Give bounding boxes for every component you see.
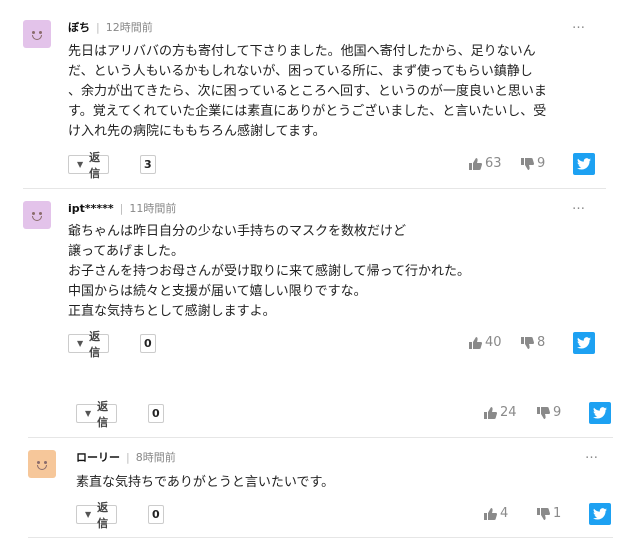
divider bbox=[28, 537, 613, 538]
dislike-button[interactable]: 1 bbox=[537, 506, 561, 521]
thumbs-down-icon bbox=[537, 507, 550, 520]
smiley-avatar-icon[interactable] bbox=[23, 20, 51, 48]
divider bbox=[28, 437, 613, 438]
reply-button[interactable]: ▼ 返信 bbox=[76, 400, 118, 429]
smiley-avatar-icon[interactable] bbox=[23, 201, 51, 229]
like-button[interactable]: 63 bbox=[469, 156, 502, 171]
twitter-share-button[interactable] bbox=[589, 402, 611, 424]
timestamp: 12時間前 bbox=[105, 21, 153, 34]
divider bbox=[23, 188, 606, 189]
comment-text: 爺ちゃんは昨日自分の少ない手持ちのマスクを数枚だけど 譲ってあげました。 お子さ… bbox=[68, 224, 470, 319]
thumbs-up-icon bbox=[469, 157, 482, 170]
reply-button[interactable]: ▼ 返信 bbox=[76, 501, 118, 530]
smiley-avatar-icon[interactable] bbox=[28, 450, 56, 478]
username[interactable]: ぼち bbox=[68, 21, 90, 34]
comment-header: ぼち | 12時間前 bbox=[68, 21, 153, 34]
thumbs-up-icon bbox=[484, 406, 497, 419]
twitter-share-button[interactable] bbox=[589, 503, 611, 525]
reply-count: 3 bbox=[140, 155, 156, 174]
more-menu-icon[interactable]: … bbox=[572, 17, 586, 32]
caret-down-icon: ▼ bbox=[85, 409, 92, 418]
thumbs-down-icon bbox=[537, 406, 550, 419]
more-menu-icon[interactable]: … bbox=[572, 198, 586, 213]
comment-header: ローリー | 8時間前 bbox=[76, 451, 176, 464]
thumbs-up-icon bbox=[484, 507, 497, 520]
thumbs-down-icon bbox=[521, 157, 534, 170]
thumbs-down-icon bbox=[521, 336, 534, 349]
comment-text: 素直な気持ちでありがとうと言いたいです。 bbox=[76, 475, 335, 490]
twitter-icon bbox=[577, 158, 591, 170]
thumbs-up-icon bbox=[469, 336, 482, 349]
twitter-icon bbox=[577, 337, 591, 349]
username[interactable]: ipt***** bbox=[68, 202, 114, 215]
reply-button[interactable]: ▼ 返信 bbox=[68, 330, 110, 359]
like-button[interactable]: 40 bbox=[469, 335, 502, 350]
dislike-button[interactable]: 9 bbox=[521, 156, 545, 171]
timestamp: 11時間前 bbox=[129, 202, 177, 215]
comment-header: ipt***** | 11時間前 bbox=[68, 202, 177, 215]
caret-down-icon: ▼ bbox=[77, 160, 84, 169]
twitter-icon bbox=[593, 508, 607, 520]
dislike-button[interactable]: 9 bbox=[537, 405, 561, 420]
like-button[interactable]: 4 bbox=[484, 506, 508, 521]
twitter-share-button[interactable] bbox=[573, 153, 595, 175]
comment-text: 先日はアリババの方も寄付して下さりました。他国へ寄付したから、足りないん だ、と… bbox=[68, 44, 547, 139]
reply-count: 0 bbox=[148, 404, 164, 423]
caret-down-icon: ▼ bbox=[85, 510, 92, 519]
more-menu-icon[interactable]: … bbox=[585, 447, 599, 462]
like-button[interactable]: 24 bbox=[484, 405, 517, 420]
dislike-button[interactable]: 8 bbox=[521, 335, 545, 350]
reply-button[interactable]: ▼ 返信 bbox=[68, 151, 110, 180]
reply-count: 0 bbox=[140, 334, 156, 353]
reply-count: 0 bbox=[148, 505, 164, 524]
caret-down-icon: ▼ bbox=[77, 339, 84, 348]
twitter-share-button[interactable] bbox=[573, 332, 595, 354]
timestamp: 8時間前 bbox=[135, 451, 176, 464]
twitter-icon bbox=[593, 407, 607, 419]
username[interactable]: ローリー bbox=[76, 451, 120, 464]
